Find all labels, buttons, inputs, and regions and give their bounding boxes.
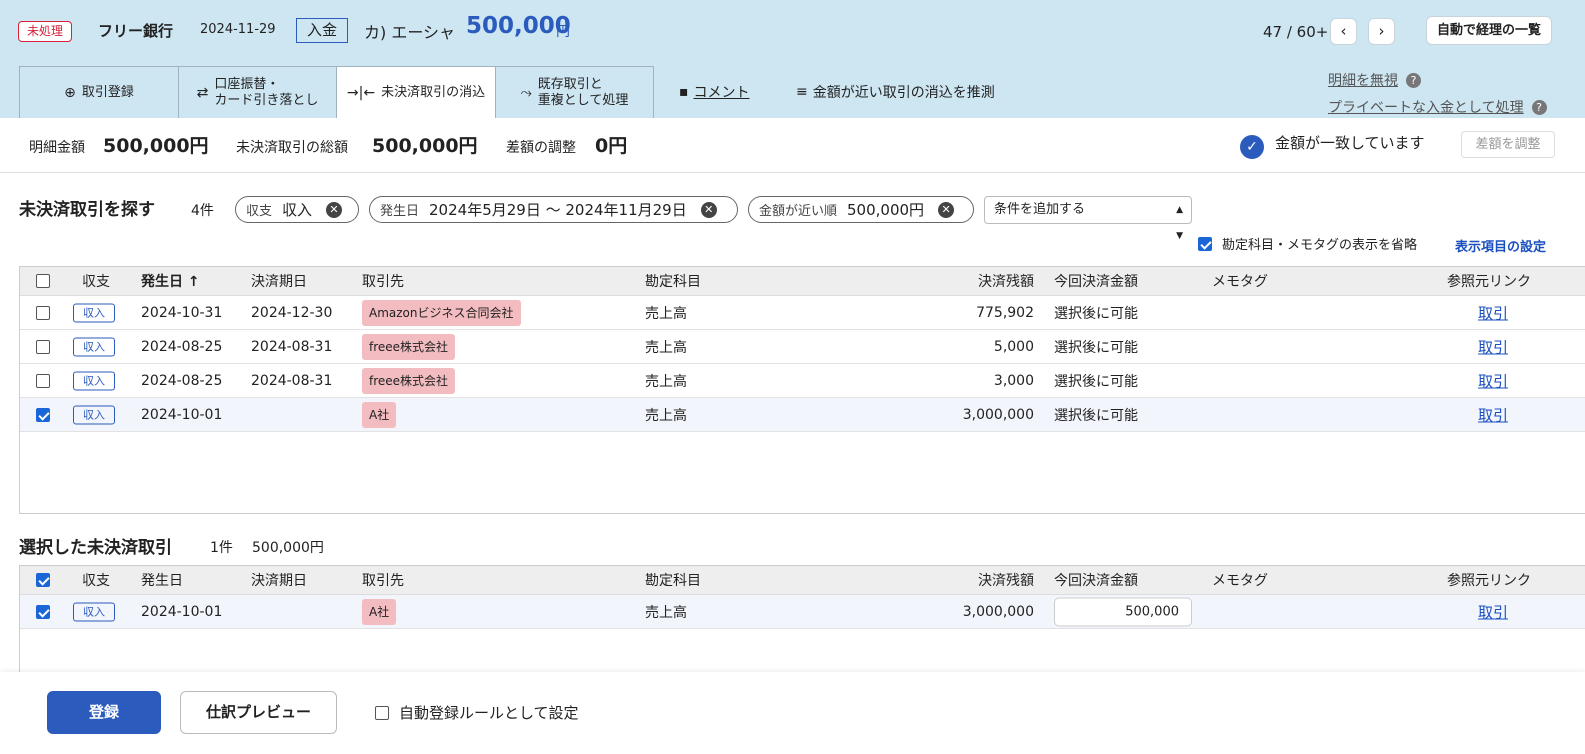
tab-label: 未決済取引の消込	[381, 84, 486, 100]
type-badge: 収入	[73, 371, 115, 390]
bank-name: フリー銀行	[98, 22, 174, 40]
ref-link[interactable]: 取引	[1478, 336, 1508, 357]
list-check-icon: ≡	[796, 84, 808, 100]
next-button[interactable]: ›	[1368, 18, 1395, 45]
private-link[interactable]: プライベートな入金として処理?	[1328, 97, 1547, 117]
pay-amount-input[interactable]: 500,000	[1054, 597, 1192, 626]
select-all-checkbox[interactable]	[36, 274, 50, 288]
summary-bar: 明細金額 500,000円 未決済取引の総額 500,000円 差額の調整 0円…	[0, 118, 1585, 173]
total-value: 500,000円	[372, 135, 478, 157]
statement-date: 2024-11-29	[200, 22, 276, 37]
omit-checkbox[interactable]	[1198, 236, 1212, 251]
clear-icon[interactable]: ✕	[326, 201, 343, 218]
partner-tag: A社	[362, 598, 397, 625]
duplicate-icon: ⤳	[520, 84, 532, 101]
transaction-header: 未処理 フリー銀行 2024-11-29 入金 カ) エーシャ 500,000 …	[0, 0, 1585, 118]
row-checkbox[interactable]	[36, 604, 50, 619]
detail-amount-value: 500,000円	[103, 135, 209, 157]
filter-chip-amount[interactable]: 金額が近い順 500,000円 ✕	[748, 196, 974, 223]
search-title: 未決済取引を探す	[19, 200, 155, 220]
table-row[interactable]: 収入 2024-08-25 2024-08-31 freee株式会社 売上高 3…	[20, 364, 1585, 398]
filter-chip-date[interactable]: 発生日 2024年5月29日 〜 2024年11月29日 ✕	[369, 196, 738, 223]
partner-tag: Amazonビジネス合同会社	[362, 299, 521, 326]
table-row[interactable]: 収入 2024-10-01 A社 売上高 3,000,000 500,000 取…	[20, 595, 1585, 629]
merge-icon: →|←	[346, 84, 376, 101]
match-text: 金額が一致しています	[1275, 134, 1425, 152]
table-row[interactable]: 収入 2024-10-01 A社 売上高 3,000,000 選択後に可能 取引	[20, 398, 1585, 432]
ignore-link[interactable]: 明細を無視?	[1328, 70, 1421, 90]
pager-text: 47 / 60+	[1263, 23, 1329, 41]
clear-icon[interactable]: ✕	[700, 201, 717, 218]
tab-duplicate[interactable]: ⤳ 既存取引と 重複として処理	[495, 66, 654, 118]
tab-register[interactable]: ⊕ 取引登録	[19, 66, 179, 118]
omit-option[interactable]: 勘定科目・メモタグの表示を省略	[1198, 234, 1417, 253]
row-checkbox[interactable]	[36, 407, 50, 422]
help-icon[interactable]: ?	[1531, 100, 1547, 115]
filter-chip-type[interactable]: 収支 収入 ✕	[235, 196, 359, 223]
display-settings-link[interactable]: 表示項目の設定	[1455, 236, 1546, 255]
detail-amount-label: 明細金額	[29, 140, 85, 156]
clear-icon[interactable]: ✕	[938, 201, 955, 218]
row-checkbox[interactable]	[36, 305, 50, 320]
preview-button[interactable]: 仕訳プレビュー	[180, 691, 337, 734]
statement-partner: カ) エーシャ	[364, 23, 456, 42]
sort-date-header[interactable]: 発生日 ↑	[141, 271, 200, 291]
auto-rule-checkbox[interactable]	[375, 705, 389, 720]
selected-table: 収支 発生日 決済期日 取引先 勘定科目 決済残額 今回決済金額 メモタグ 参照…	[19, 565, 1585, 672]
comment-link[interactable]: ▪ コメント	[679, 82, 750, 102]
swap-icon: ⇄	[196, 84, 209, 101]
register-button[interactable]: 登録	[47, 691, 161, 734]
prev-button[interactable]: ‹	[1330, 18, 1357, 45]
guess-link[interactable]: ≡ 金額が近い取引の消込を推測	[796, 82, 995, 102]
footer-bar: 登録 仕訳プレビュー 自動登録ルールとして設定	[0, 672, 1585, 754]
total-label: 未決済取引の総額	[236, 140, 348, 156]
check-circle-icon: ✓	[1240, 135, 1264, 159]
tab-label: 口座振替・ カード引き落とし	[214, 76, 319, 108]
chevron-left-icon: ‹	[1340, 22, 1347, 40]
tab-label: 取引登録	[81, 84, 134, 100]
partner-tag: freee株式会社	[362, 333, 456, 360]
type-badge: 収入	[73, 602, 115, 621]
table-row[interactable]: 収入 2024-10-31 2024-12-30 Amazonビジネス合同会社 …	[20, 296, 1585, 330]
adjust-button[interactable]: 差額を調整	[1461, 131, 1555, 158]
tab-reconcile[interactable]: →|← 未決済取引の消込	[336, 66, 496, 118]
comment-icon: ▪	[679, 84, 689, 100]
selected-count: 1件	[210, 540, 233, 556]
help-icon[interactable]: ?	[1406, 73, 1421, 88]
auto-list-button[interactable]: 自動で経理の一覧	[1426, 16, 1553, 45]
partner-tag: freee株式会社	[362, 367, 456, 394]
row-checkbox[interactable]	[36, 373, 50, 388]
table-header: 収支 発生日 ↑ 決済期日 取引先 勘定科目 決済残額 今回決済金額 メモタグ …	[20, 267, 1585, 296]
chevron-right-icon: ›	[1378, 22, 1385, 40]
kind-badge: 入金	[296, 18, 348, 43]
candidate-table: 収支 発生日 ↑ 決済期日 取引先 勘定科目 決済残額 今回決済金額 メモタグ …	[19, 266, 1585, 514]
row-checkbox[interactable]	[36, 339, 50, 354]
plus-circle-icon: ⊕	[64, 84, 76, 101]
chevron-updown-icon: ▲ ▼	[1176, 205, 1183, 241]
diff-label: 差額の調整	[506, 140, 576, 156]
ref-link[interactable]: 取引	[1478, 601, 1508, 622]
type-badge: 収入	[73, 405, 115, 424]
ref-link[interactable]: 取引	[1478, 404, 1508, 425]
selected-title: 選択した未決済取引	[19, 538, 172, 558]
auto-rule-option[interactable]: 自動登録ルールとして設定	[375, 702, 579, 723]
tab-transfer[interactable]: ⇄ 口座振替・ カード引き落とし	[178, 66, 337, 118]
add-condition-select[interactable]: 条件を追加する ▲ ▼	[984, 196, 1192, 241]
table-row[interactable]: 収入 2024-08-25 2024-08-31 freee株式会社 売上高 5…	[20, 330, 1585, 364]
type-badge: 収入	[73, 337, 115, 356]
tab-label: 既存取引と 重複として処理	[537, 76, 629, 108]
ref-link[interactable]: 取引	[1478, 302, 1508, 323]
type-badge: 収入	[73, 303, 115, 322]
table-header: 収支 発生日 決済期日 取引先 勘定科目 決済残額 今回決済金額 メモタグ 参照…	[20, 566, 1585, 595]
currency-label: 円	[556, 24, 570, 40]
status-badge: 未処理	[18, 21, 73, 42]
search-count: 4件	[191, 203, 214, 219]
select-all-checkbox[interactable]	[36, 573, 50, 587]
ref-link[interactable]: 取引	[1478, 370, 1508, 391]
diff-value: 0円	[595, 135, 628, 157]
partner-tag: A社	[362, 401, 397, 428]
selected-total: 500,000円	[252, 540, 324, 556]
